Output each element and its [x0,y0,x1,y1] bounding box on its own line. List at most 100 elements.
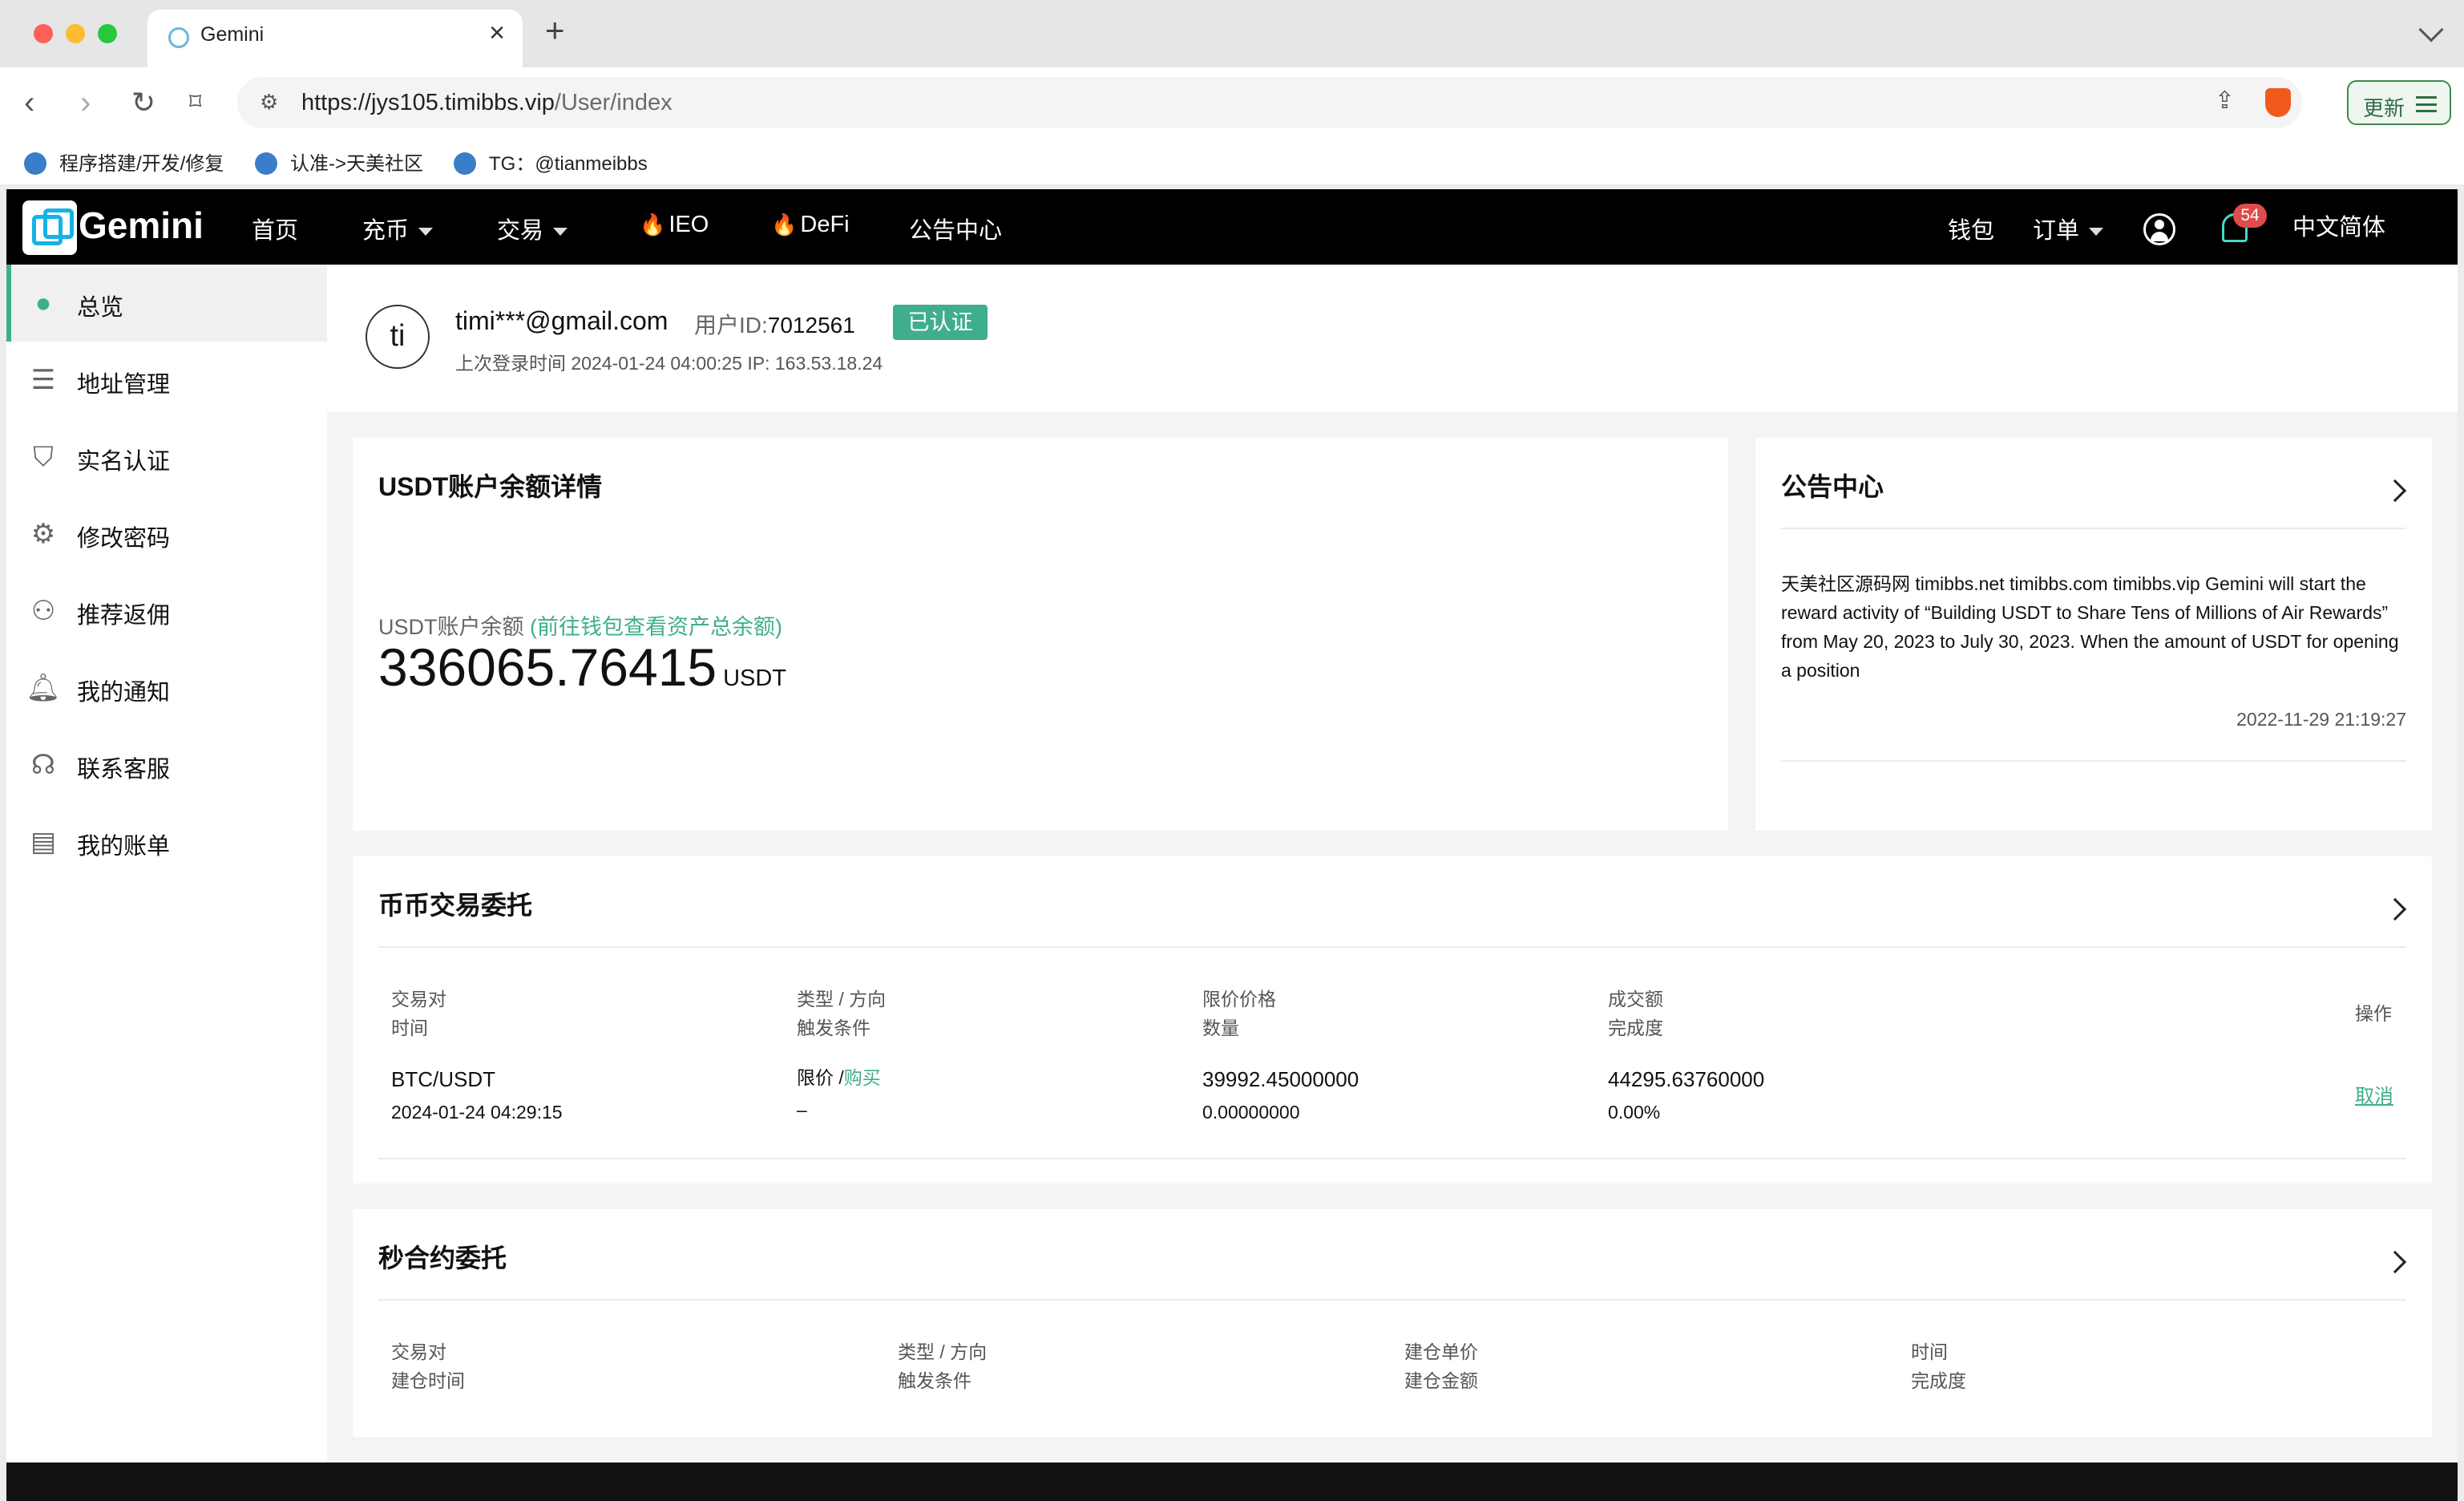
web-page: Gemini 首页 充币 交易 🔥 IEO 🔥 DeFi 公告中心 钱包 订单 54… [6,189,2458,1501]
sidebar-item-notifications[interactable]: 🔔︎ 我的通知 [6,649,327,726]
update-label: 更新 [2363,96,2405,120]
address-bar[interactable]: ⚙ https://jys105.timibbs.vip/User/index … [237,77,2302,128]
balance-card: USDT账户余额详情 USDT账户余额 (前往钱包查看资产总余额) 336065… [353,438,1728,831]
nav-defi[interactable]: 🔥 DeFi [771,212,850,238]
spot-orders-title: 币币交易委托 [378,891,533,920]
column-header: 成交额 完成度 [1608,989,1663,1038]
announcement-card-title: 公告中心 [1781,472,1884,501]
order-side: 购买 [843,1067,881,1088]
sidebar-item-label: 我的账单 [77,834,171,860]
sidebar-item-support[interactable]: ☊ 联系客服 [6,726,327,803]
brave-shield-icon[interactable] [2265,88,2291,117]
close-window-button[interactable] [34,24,53,43]
order-pair: BTC/USDT 2024-01-24 04:29:15 [391,1067,563,1123]
sidebar-item-referral[interactable]: ⚇ 推荐返佣 [6,572,327,649]
column-header: 限价价格 数量 [1202,989,1276,1038]
browser-tab[interactable]: Gemini × [147,10,523,67]
bell-icon: 🔔︎ [26,673,61,703]
account-icon[interactable] [2143,213,2175,245]
bookmark-item[interactable]: 程序搭建/开发/修复 [24,148,224,176]
order-type: 限价 /购买 – [797,1067,881,1120]
column-header: 交易对 时间 [391,989,446,1038]
verified-badge: 已认证 [893,305,988,340]
chevron-right-icon[interactable] [2383,1250,2407,1274]
action-header: 操作 [2355,1003,2392,1024]
menu-icon [2416,96,2437,112]
column-header: 建仓单价 建仓金额 [1404,1341,1478,1391]
tab-title: Gemini [200,23,265,46]
profile-header: ti timi***@gmail.com 用户ID:7012561 已认证 上次… [327,265,2458,412]
new-tab-button[interactable]: + [545,11,565,50]
sidebar-item-label: 实名认证 [77,449,171,475]
share-icon[interactable]: ⇪ [2215,87,2235,115]
divider [378,946,2406,948]
nav-deposit[interactable]: 充币 [362,212,434,245]
close-tab-icon[interactable]: × [489,18,505,49]
browser-tab-bar: Gemini × + [0,0,2464,67]
sidebar-item-label: 修改密码 [77,526,171,552]
back-icon[interactable]: ‹ [24,87,34,119]
balance-unit: USDT [723,666,787,691]
gear-icon: ⚙ [30,519,56,549]
nav-home[interactable]: 首页 [252,212,298,245]
nav-trade[interactable]: 交易 [497,212,568,245]
contract-orders-card: 秒合约委托 交易对 建仓时间 类型 / 方向 触发条件 建仓单价 建仓金额 时间 完成度 [353,1209,2432,1437]
spot-orders-card: 币币交易委托 交易对 时间 类型 / 方向 触发条件 限价价格 数量 成交额 完成度 操… [353,856,2432,1183]
order-price: 39992.45000000 0.00000000 [1202,1067,1359,1123]
bookmark-favicon-icon [255,152,277,175]
reload-icon[interactable]: ↻ [131,87,156,119]
language-selector[interactable]: 中文简体 [2292,208,2385,242]
nav-ieo[interactable]: 🔥 IEO [640,212,709,238]
nav-orders[interactable]: 订单 [2033,212,2104,245]
nav-announcements[interactable]: 公告中心 [909,212,1002,245]
column-header: 时间 完成度 [1911,1341,1966,1391]
chevron-right-icon[interactable] [2383,479,2407,503]
sidebar-item-address[interactable]: ☰ 地址管理 [6,342,327,419]
sidebar-item-overview[interactable]: ● 总览 [6,265,327,342]
caret-down-icon [2089,228,2104,237]
sidebar-item-bills[interactable]: ▤ 我的账单 [6,803,327,880]
chevron-right-icon[interactable] [2383,897,2407,921]
bookmark-icon[interactable]: ⌑ [189,87,201,119]
site-settings-icon[interactable]: ⚙ [260,90,278,115]
notification-badge: 54 [2233,204,2267,228]
logo-text[interactable]: Gemini [79,204,204,247]
announcement-card: 公告中心 天美社区源码网 timibbs.net timibbs.com tim… [1755,438,2432,831]
logo-icon[interactable] [22,200,77,255]
announcement-text[interactable]: 天美社区源码网 timibbs.net timibbs.com timibbs.… [1781,569,2406,685]
user-id: 用户ID:7012561 [694,313,855,338]
bookmark-item[interactable]: 认准->天美社区 [255,148,423,176]
tab-list-chevron-icon[interactable] [2418,17,2444,42]
order-amount: 44295.63760000 0.00% [1608,1067,1765,1123]
forward-icon[interactable]: › [80,87,91,119]
browser-toolbar: ‹ › ↻ ⌑ ⚙ https://jys105.timibbs.vip/Use… [0,67,2464,140]
contract-orders-title: 秒合约委托 [378,1244,507,1272]
maximize-window-button[interactable] [98,24,117,43]
cancel-order-link[interactable]: 取消 [2355,1081,2393,1113]
fire-icon: 🔥 [771,212,798,237]
column-header: 交易对 建仓时间 [391,1341,465,1391]
minimize-window-button[interactable] [66,24,85,43]
sidebar-item-label: 推荐返佣 [77,603,171,629]
avatar: ti [366,305,430,369]
sidebar-item-kyc[interactable]: ⛉ 实名认证 [6,419,327,496]
bookmark-item[interactable]: TG：@tianmeibbs [454,148,648,176]
update-button[interactable]: 更新 [2347,80,2451,125]
sidebar-item-label: 地址管理 [77,372,171,398]
top-navigation: Gemini 首页 充币 交易 🔥 IEO 🔥 DeFi 公告中心 钱包 订单 54… [6,189,2458,265]
announcement-date: 2022-11-29 21:19:27 [2236,709,2406,730]
sidebar-item-label: 联系客服 [77,757,171,783]
main-content: ti timi***@gmail.com 用户ID:7012561 已认证 上次… [327,265,2458,1501]
sidebar-item-label: 我的通知 [77,680,171,706]
column-header: 类型 / 方向 触发条件 [898,1341,988,1391]
caret-down-icon [553,228,568,237]
wallet-link[interactable]: (前往钱包查看资产总余额) [530,615,782,639]
bookmark-favicon-icon [24,152,46,175]
column-header: 类型 / 方向 触发条件 [797,989,887,1038]
sidebar-item-password[interactable]: ⚙ 修改密码 [6,496,327,572]
sidebar: ● 总览 ☰ 地址管理 ⛉ 实名认证 ⚙ 修改密码 ⚇ 推荐返佣 🔔︎ 我的通知… [6,265,327,1501]
url-text[interactable]: https://jys105.timibbs.vip/User/index [301,90,673,116]
bookmarks-bar: 程序搭建/开发/修复 认准->天美社区 TG：@tianmeibbs [0,140,2464,184]
user-email: timi***@gmail.com [455,306,669,335]
nav-wallet[interactable]: 钱包 [1948,212,1994,245]
